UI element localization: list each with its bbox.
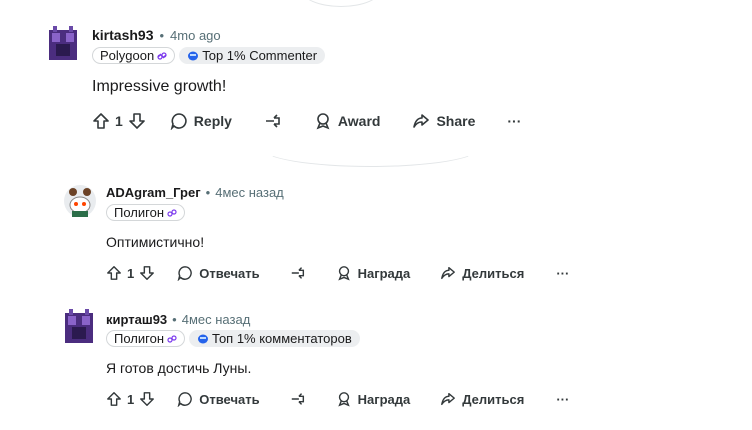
- username[interactable]: кирташ93: [106, 312, 167, 327]
- separator-dot: •: [205, 185, 211, 200]
- badge-label: Top 1% Commenter: [202, 48, 318, 63]
- thread-arc-top: [300, 0, 382, 7]
- downvote-icon[interactable]: [139, 265, 155, 281]
- award-label: Награда: [357, 391, 411, 407]
- user-flair[interactable]: Полигон: [106, 204, 186, 221]
- crosspost-icon[interactable]: [290, 265, 306, 281]
- vote-count: 1: [127, 265, 135, 281]
- downvote-icon[interactable]: [128, 112, 146, 130]
- avatar[interactable]: [63, 309, 95, 345]
- share-label: Делиться: [462, 265, 525, 281]
- vote-count: 1: [115, 113, 123, 129]
- comment-icon: [177, 265, 193, 281]
- reply-button[interactable]: Reply: [170, 112, 232, 130]
- reply-label: Отвечать: [199, 391, 260, 407]
- timestamp[interactable]: 4мес назад: [215, 185, 284, 200]
- top-commenter-badge[interactable]: Top 1% Commenter: [179, 47, 326, 64]
- award-icon: [336, 391, 352, 407]
- vote-count: 1: [127, 391, 135, 407]
- user-flair[interactable]: Polygoon: [92, 47, 176, 64]
- badge-icon: [187, 50, 199, 61]
- comment-text: Impressive growth!: [92, 78, 227, 95]
- badge-icon: [197, 333, 209, 344]
- share-label: Делиться: [462, 391, 525, 407]
- timestamp[interactable]: 4мес назад: [182, 312, 251, 327]
- share-label: Share: [436, 113, 476, 129]
- upvote-icon[interactable]: [106, 391, 122, 407]
- award-icon: [314, 112, 332, 130]
- share-button[interactable]: Делиться: [440, 265, 524, 281]
- upvote-icon[interactable]: [106, 265, 122, 281]
- user-flair[interactable]: Полигон: [106, 330, 186, 347]
- award-button[interactable]: Award: [314, 112, 381, 130]
- crosspost-icon[interactable]: [290, 391, 306, 407]
- username[interactable]: ADAgram_Грег: [106, 185, 201, 200]
- avatar[interactable]: [47, 26, 79, 62]
- flair-label: Polygoon: [100, 48, 155, 63]
- badge-label: Топ 1% комментаторов: [212, 331, 352, 346]
- share-icon: [440, 391, 456, 407]
- reply-label: Отвечать: [199, 265, 260, 281]
- top-commenter-badge[interactable]: Топ 1% комментаторов: [189, 330, 360, 347]
- link-icon: [167, 334, 177, 343]
- comment-icon: [170, 112, 188, 130]
- avatar[interactable]: [63, 183, 97, 219]
- comment-text: Оптимистично!: [106, 234, 205, 250]
- award-button[interactable]: Награда: [336, 265, 411, 281]
- more-options-button[interactable]: ···: [556, 392, 569, 407]
- more-options-button[interactable]: ···: [507, 113, 521, 129]
- share-button[interactable]: Share: [412, 112, 475, 130]
- award-icon: [336, 265, 352, 281]
- flair-label: Полигон: [114, 331, 165, 346]
- upvote-icon[interactable]: [92, 112, 110, 130]
- link-icon: [157, 51, 167, 60]
- separator-dot: •: [159, 27, 165, 43]
- more-options-button[interactable]: ···: [556, 266, 569, 281]
- share-icon: [440, 265, 456, 281]
- comment-icon: [177, 391, 193, 407]
- downvote-icon[interactable]: [139, 391, 155, 407]
- flair-label: Полигон: [114, 205, 165, 220]
- award-button[interactable]: Награда: [336, 391, 411, 407]
- comment-text: Я готов достичь Луны.: [106, 360, 252, 376]
- share-button[interactable]: Делиться: [440, 391, 524, 407]
- award-label: Награда: [357, 265, 411, 281]
- separator-dot: •: [172, 312, 177, 327]
- thread-arc-middle: [262, 130, 479, 167]
- award-label: Award: [337, 113, 381, 129]
- reply-button[interactable]: Отвечать: [177, 391, 260, 407]
- reply-button[interactable]: Отвечать: [177, 265, 260, 281]
- link-icon: [167, 208, 177, 217]
- share-icon: [412, 112, 430, 130]
- crosspost-icon[interactable]: [264, 112, 282, 130]
- username[interactable]: kirtash93: [92, 27, 153, 43]
- reply-label: Reply: [193, 113, 232, 129]
- timestamp[interactable]: 4mo ago: [170, 28, 221, 43]
